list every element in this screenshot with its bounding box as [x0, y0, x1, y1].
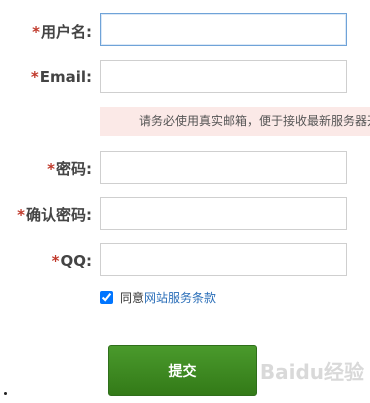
- agree-checkbox[interactable]: [100, 290, 113, 304]
- agree-prefix: 同意: [120, 290, 145, 305]
- confirm-password-label: *确认密码:: [0, 205, 92, 225]
- username-label-text: 用户名:: [41, 23, 92, 41]
- password-input[interactable]: [100, 151, 347, 184]
- email-label: *Email:: [0, 67, 92, 87]
- qq-input[interactable]: [100, 243, 347, 276]
- required-mark: *: [30, 68, 39, 86]
- qq-label: *QQ:: [0, 251, 92, 271]
- required-mark: *: [47, 160, 55, 178]
- email-hint: 请务必使用真实邮箱，便于接收最新服务器开: [100, 107, 370, 136]
- required-mark: *: [17, 206, 25, 224]
- required-mark: *: [51, 252, 60, 270]
- password-label: *密码:: [0, 159, 92, 179]
- agree-row: 同意 网站服务条款: [100, 288, 216, 306]
- stray-dot: [4, 392, 7, 395]
- required-mark: *: [32, 23, 40, 41]
- terms-link[interactable]: 网站服务条款: [144, 289, 216, 306]
- email-label-text: Email:: [39, 68, 92, 86]
- qq-label-text: QQ:: [60, 252, 92, 270]
- username-input[interactable]: [100, 13, 347, 46]
- username-label: *用户名:: [0, 22, 92, 42]
- submit-button[interactable]: 提交: [108, 345, 257, 396]
- confirm-password-input[interactable]: [100, 197, 347, 230]
- password-label-text: 密码:: [56, 160, 92, 178]
- confirm-password-label-text: 确认密码:: [26, 206, 92, 224]
- email-input[interactable]: [100, 60, 347, 93]
- watermark: Baidu经验: [259, 360, 364, 384]
